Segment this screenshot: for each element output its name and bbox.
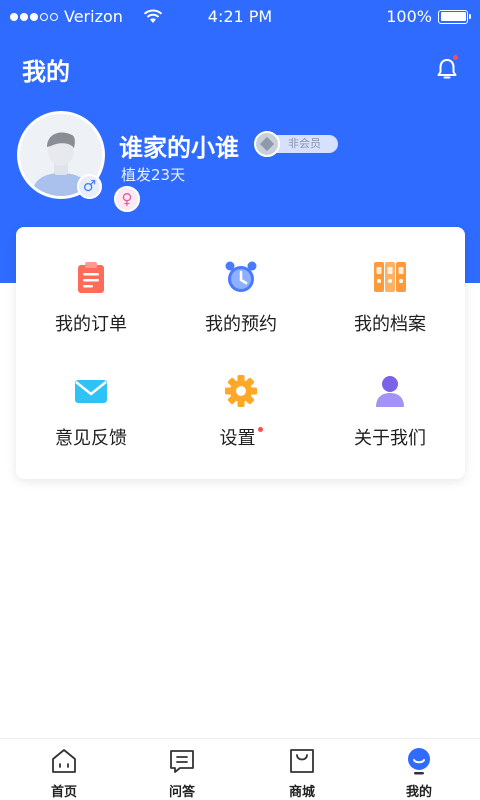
menu-item-feedback[interactable]: 意见反馈 — [16, 341, 166, 451]
menu-item-label: 关于我们 — [354, 428, 426, 449]
member-status-badge[interactable]: 非会员 — [254, 131, 338, 157]
battery-icon — [438, 9, 471, 24]
tab-home[interactable]: 首页 — [4, 739, 124, 800]
menu-item-label: 我的档案 — [354, 314, 426, 335]
profile-tab-icon — [408, 748, 430, 775]
tab-label: 我的 — [405, 785, 432, 800]
bottom-tab-bar: 首页 问答 商城 我的 — [0, 738, 480, 800]
alarm-clock-icon — [225, 261, 257, 292]
female-gender-icon: ♀ — [114, 186, 140, 212]
menu-item-about-us[interactable]: 关于我们 — [315, 341, 465, 451]
plant-days: 植发23天 — [121, 166, 186, 184]
page-title: 我的 — [22, 58, 70, 86]
menu-item-appointments[interactable]: 我的预约 — [166, 227, 316, 337]
order-icon — [78, 262, 104, 293]
notification-button[interactable] — [432, 54, 462, 84]
tab-mine[interactable]: 我的 — [359, 739, 479, 800]
menu-item-label: 设置 — [166, 424, 316, 450]
menu-item-label: 我的预约 — [205, 314, 277, 335]
menu-grid: 我的订单 我的预约 我的档案 意见反馈 设置 关于我们 — [16, 227, 465, 479]
member-level-icon — [254, 131, 280, 157]
tab-label: 商城 — [288, 785, 315, 800]
tab-label: 首页 — [50, 785, 77, 800]
home-icon — [52, 749, 76, 773]
person-icon — [376, 376, 404, 407]
mail-icon — [75, 380, 107, 403]
menu-item-archives[interactable]: 我的档案 — [315, 227, 465, 337]
tab-qa[interactable]: 问答 — [122, 739, 242, 800]
status-bar: Verizon 4:21 PM 100% — [0, 0, 480, 34]
tab-label: 问答 — [168, 785, 195, 800]
settings-alert-dot — [257, 427, 263, 432]
archive-icon — [374, 262, 406, 292]
gear-icon — [225, 375, 257, 407]
username: 谁家的小谁 — [119, 134, 239, 162]
shopping-bag-icon — [290, 749, 314, 773]
male-gender-icon: ♂ — [77, 174, 102, 199]
battery-group: 100% — [386, 7, 471, 26]
tab-mall[interactable]: 商城 — [242, 739, 362, 800]
menu-item-orders[interactable]: 我的订单 — [16, 227, 166, 337]
qa-icon — [170, 750, 194, 773]
menu-item-settings[interactable]: 设置 — [166, 341, 316, 451]
menu-item-label: 我的订单 — [55, 314, 127, 335]
menu-item-label: 意见反馈 — [55, 428, 127, 449]
notification-dot — [452, 54, 459, 61]
battery-percent: 100% — [386, 7, 432, 26]
